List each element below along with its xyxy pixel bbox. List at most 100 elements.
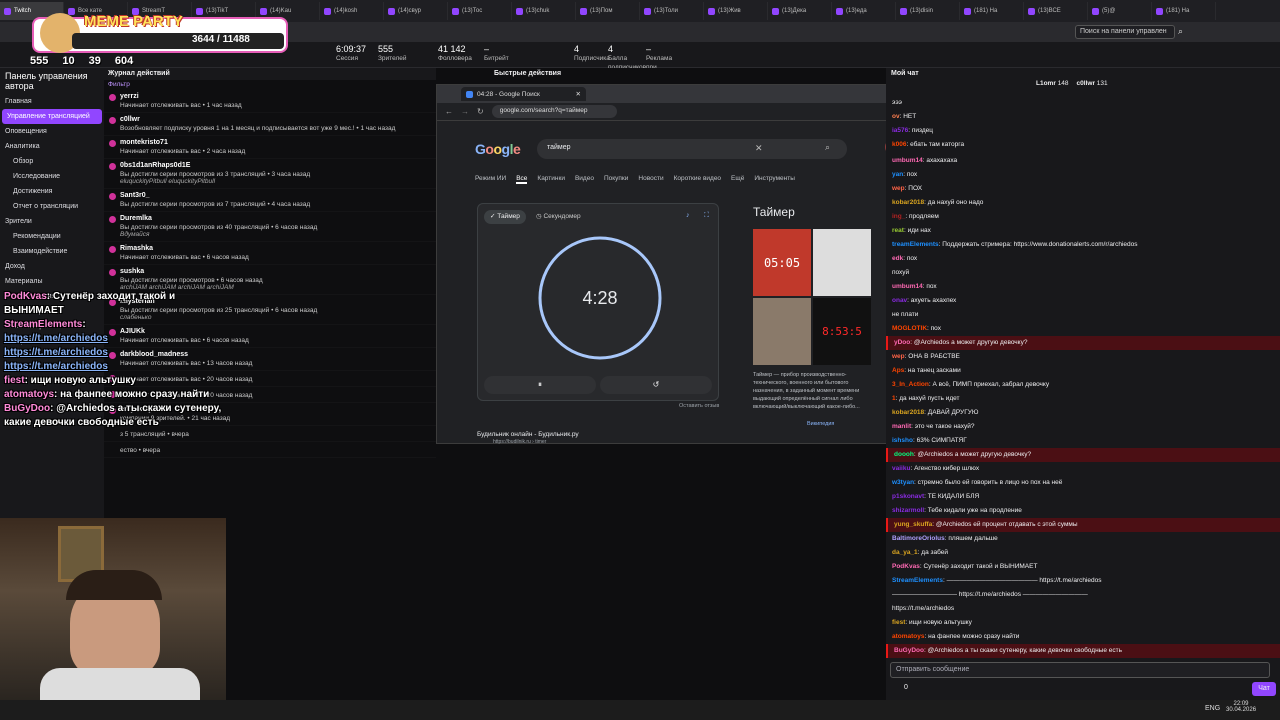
sidebar-item[interactable]: Обзор bbox=[0, 154, 104, 169]
chat-message[interactable]: 1: да нахуй пусть идет bbox=[886, 392, 1280, 406]
chat-username[interactable]: p1skonavt bbox=[892, 493, 924, 500]
fullscreen-icon[interactable]: ⛶ bbox=[704, 212, 709, 220]
browser-tab[interactable]: (13)chuk bbox=[512, 2, 576, 20]
activity-filter[interactable]: Фильтр bbox=[104, 80, 436, 90]
chat-message[interactable]: BaltimoreOriolus: пляшем дальше bbox=[886, 532, 1280, 546]
sidebar-item[interactable]: Аналитика bbox=[0, 139, 104, 154]
taskbar-clock[interactable]: 22:09 30.04.2026 bbox=[1226, 701, 1256, 713]
sidebar-item[interactable]: Исследование bbox=[0, 169, 104, 184]
chat-message[interactable]: kobar2018: да нахуй оно надо bbox=[886, 196, 1280, 210]
knowledge-panel-source[interactable]: Википедия bbox=[807, 421, 834, 427]
chat-message[interactable]: p1skonavt: ТЕ КИДАЛИ БЛЯ bbox=[886, 490, 1280, 504]
google-filter-tab[interactable]: Покупки bbox=[604, 175, 628, 184]
chat-username[interactable]: kobar2018 bbox=[892, 199, 924, 206]
chat-message[interactable]: vaiiku: Агенство кибер шлюх bbox=[886, 462, 1280, 476]
chat-message[interactable]: manlit: это че такое нахуй? bbox=[886, 420, 1280, 434]
browser-tab[interactable]: (181) На bbox=[960, 2, 1024, 20]
google-filter-tab[interactable]: Короткие видео bbox=[674, 175, 721, 184]
chat-username[interactable]: yan bbox=[892, 171, 903, 178]
chat-message[interactable]: 3_In_Action: А всё, ПИМП приехал, забрал… bbox=[886, 378, 1280, 392]
chat-message[interactable]: atomatoys: на фанпее можно сразу найти bbox=[886, 630, 1280, 644]
browser-tab[interactable]: (13)Пом bbox=[576, 2, 640, 20]
chat-message[interactable]: wep: ОНА В РАБСТВЕ bbox=[886, 350, 1280, 364]
activity-user[interactable]: yerrzi bbox=[120, 93, 432, 100]
chat-username[interactable]: BuGyDoo bbox=[894, 647, 924, 654]
chat-message[interactable]: эээ bbox=[886, 96, 1280, 110]
chat-username[interactable]: edk bbox=[892, 255, 903, 262]
browser-tab[interactable]: (14)свур bbox=[384, 2, 448, 20]
google-filter-tab[interactable]: Все bbox=[516, 175, 528, 184]
chat-message[interactable]: ishsho: 63% СИМПАТЯГ bbox=[886, 434, 1280, 448]
chat-username[interactable]: k006 bbox=[892, 141, 906, 148]
chat-username[interactable]: kobar2018 bbox=[892, 409, 924, 416]
chat-message[interactable]: shizarmoll: Тебе кидали уже на продление bbox=[886, 504, 1280, 518]
browser-tab[interactable]: (13)ВСЕ bbox=[1024, 2, 1088, 20]
chat-message[interactable]: reat: иди нах bbox=[886, 224, 1280, 238]
tab-stopwatch[interactable]: ◷ Секундомер bbox=[536, 212, 581, 220]
browser-tab[interactable]: (14)kosh bbox=[320, 2, 384, 20]
activity-row[interactable]: montekristo71 Начинает отслеживать вас • … bbox=[104, 136, 436, 159]
chat-message[interactable]: doooh: @Archiedos а может другую девочку… bbox=[886, 448, 1280, 462]
activity-user[interactable]: 0bs1d1anRhaps0d1E bbox=[120, 162, 432, 169]
popup-url-input[interactable]: google.com/search?q=таймер bbox=[491, 105, 617, 118]
chat-username[interactable]: 1 bbox=[892, 395, 896, 402]
sidebar-item[interactable]: Управление трансляцией bbox=[2, 109, 102, 124]
chat-username[interactable]: StreamElements bbox=[892, 577, 943, 584]
channel-points[interactable]: 0 bbox=[904, 684, 908, 691]
chat-username[interactable]: doooh bbox=[894, 451, 914, 458]
sidebar-item[interactable]: Материалы bbox=[0, 274, 104, 289]
chat-message[interactable]: w3tyan: стремно было ей говорить в лицо … bbox=[886, 476, 1280, 490]
chat-username[interactable]: ishsho bbox=[892, 437, 913, 444]
google-filter-tab[interactable]: Новости bbox=[638, 175, 663, 184]
chat-message[interactable]: Aps: на танец засками bbox=[886, 364, 1280, 378]
google-filter-tab[interactable]: Инструменты bbox=[754, 175, 795, 184]
browser-tab[interactable]: (13)Дека bbox=[768, 2, 832, 20]
activity-row[interactable]: ество • вчера bbox=[104, 442, 436, 458]
activity-row[interactable]: c0llwr Возобновляет подписку уровня 1 на … bbox=[104, 113, 436, 136]
sidebar-item[interactable]: Зрители bbox=[0, 214, 104, 229]
sidebar-item[interactable]: Главная bbox=[0, 94, 104, 109]
browser-tab[interactable]: (181) На bbox=[1152, 2, 1216, 20]
chat-input[interactable]: Отправить сообщение bbox=[890, 662, 1270, 678]
tab-timer[interactable]: ✓ Таймер bbox=[484, 210, 526, 224]
close-icon[interactable]: ✕ bbox=[576, 90, 581, 98]
top-user[interactable]: L1omr 148 bbox=[1036, 80, 1069, 96]
reload-icon[interactable]: ↻ bbox=[477, 107, 484, 116]
chat-username[interactable]: ing_ bbox=[892, 213, 905, 220]
chat-message[interactable]: ov: НЕТ bbox=[886, 110, 1280, 124]
chat-username[interactable]: PodKvas bbox=[892, 563, 920, 570]
google-filter-tab[interactable]: Режим ИИ bbox=[475, 175, 506, 184]
chat-message[interactable]: umbum14: ахахахаха bbox=[886, 154, 1280, 168]
top-user[interactable]: c0llwr 131 bbox=[1077, 80, 1108, 96]
sidebar-item[interactable]: Рекомендации bbox=[0, 229, 104, 244]
result-title[interactable]: Будильник онлайн - Будильник.ру bbox=[477, 431, 579, 438]
activity-row[interactable]: Rimashka Начинает отслеживать вас • 6 час… bbox=[104, 242, 436, 265]
browser-tab[interactable]: (13)Тос bbox=[448, 2, 512, 20]
sidebar-item[interactable]: Взаимодействие bbox=[0, 244, 104, 259]
feedback-link[interactable]: Оставить отзыв bbox=[679, 403, 719, 409]
dashboard-search-input[interactable]: Поиск на панели управлен bbox=[1075, 25, 1175, 39]
activity-user[interactable]: Duremlka bbox=[120, 215, 432, 222]
chat-message[interactable]: yung_skuffa: @Archiedos ей процент отдав… bbox=[886, 518, 1280, 532]
reset-button[interactable]: ↺ bbox=[600, 376, 712, 394]
activity-user[interactable]: sushka bbox=[120, 268, 432, 275]
pause-button[interactable]: ⏸ bbox=[484, 376, 596, 394]
sidebar-item[interactable]: Отчет о трансляции bbox=[0, 199, 104, 214]
activity-row[interactable]: 0bs1d1anRhaps0d1E Вы достигли серии просм… bbox=[104, 159, 436, 189]
chat-username[interactable]: treamElements bbox=[892, 241, 939, 248]
google-filter-tab[interactable]: Картинки bbox=[537, 175, 565, 184]
back-icon[interactable]: ← bbox=[445, 107, 453, 116]
popup-tab[interactable]: 04:28 - Google Поиск ✕ bbox=[461, 87, 586, 101]
taskbar-lang[interactable]: ENG bbox=[1205, 705, 1220, 712]
chat-message[interactable]: wep: ПОХ bbox=[886, 182, 1280, 196]
chat-message[interactable]: onav: ахуеть ахахпех bbox=[886, 294, 1280, 308]
chat-message[interactable]: https://t.me/archiedos bbox=[886, 602, 1280, 616]
chat-username[interactable]: da_ya_1 bbox=[892, 549, 918, 556]
chat-message[interactable]: da_ya_1: да забей bbox=[886, 546, 1280, 560]
chat-username[interactable]: shizarmoll bbox=[892, 507, 924, 514]
chat-username[interactable]: reat bbox=[892, 227, 904, 234]
chat-username[interactable]: 3_In_Action bbox=[892, 381, 929, 388]
forward-icon[interactable]: → bbox=[461, 107, 469, 116]
chat-username[interactable]: BaltimoreOriolus bbox=[892, 535, 945, 542]
chat-username[interactable]: w3tyan bbox=[892, 479, 914, 486]
